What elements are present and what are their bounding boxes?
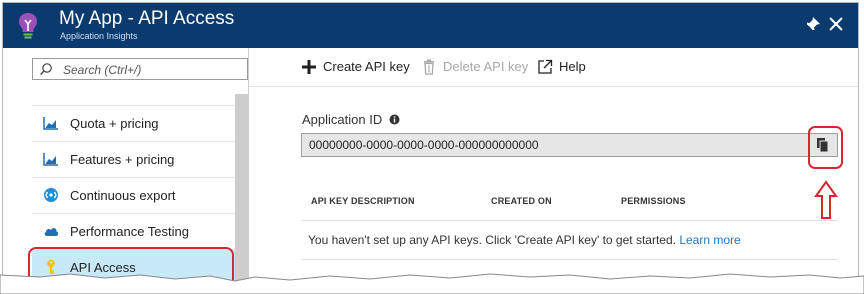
sidebar-item-features-pricing[interactable]: Features + pricing: [32, 141, 235, 177]
sidebar-item-quota-pricing[interactable]: Quota + pricing: [32, 105, 235, 141]
help-label: Help: [559, 59, 586, 74]
sidebar-item-label: Features + pricing: [70, 152, 175, 167]
search-input[interactable]: [61, 60, 245, 79]
empty-message: You haven't set up any API keys. Click '…: [308, 233, 741, 247]
close-icon[interactable]: [827, 15, 845, 33]
search-box: [32, 58, 248, 80]
lightbulb-icon: [19, 13, 37, 39]
create-api-key-label: Create API key: [323, 59, 410, 74]
blade-header: My App - API Access Application Insights: [3, 3, 858, 48]
column-header: API KEY DESCRIPTION: [311, 196, 415, 206]
pin-icon[interactable]: [804, 15, 822, 33]
delete-api-key-label: Delete API key: [443, 59, 529, 74]
application-id-field[interactable]: 00000000-0000-0000-0000-000000000000: [301, 133, 838, 157]
sidebar-item-performance-testing[interactable]: Performance Testing: [32, 213, 235, 249]
sidebar-item-label: Continuous export: [70, 188, 176, 203]
learn-more-link[interactable]: Learn more: [679, 233, 740, 247]
command-bar: Create API key Delete API key Help: [249, 48, 858, 87]
app-title: My App - API Access: [59, 8, 235, 29]
trash-icon: [424, 59, 434, 75]
info-icon[interactable]: [389, 114, 400, 125]
api-keys-table-header: API KEY DESCRIPTION CREATED ON PERMISSIO…: [301, 180, 838, 220]
sidebar-item-label: Performance Testing: [70, 224, 189, 239]
create-api-key-button[interactable]: Create API key: [301, 56, 410, 78]
bar-chart-icon: [43, 117, 58, 130]
table-empty-row: You haven't set up any API keys. Click '…: [301, 220, 838, 260]
blade-frame: My App - API Access Application Insights: [2, 2, 859, 294]
bar-chart-icon: [43, 153, 58, 166]
torn-edge-decoration: [0, 273, 864, 294]
plus-icon: [302, 60, 316, 74]
column-header: PERMISSIONS: [621, 196, 686, 206]
application-id-value: 00000000-0000-0000-0000-000000000000: [309, 138, 539, 152]
external-link-icon: [538, 59, 553, 74]
export-icon: [44, 188, 58, 202]
sidebar-item-label: Quota + pricing: [70, 116, 159, 131]
delete-api-key-button[interactable]: Delete API key: [421, 56, 528, 78]
help-button[interactable]: Help: [537, 56, 592, 78]
left-navigation: Quota + pricing Features + pricing Conti…: [3, 48, 249, 293]
main-content: Create API key Delete API key Help Appli…: [249, 48, 858, 293]
sidebar-item-continuous-export[interactable]: Continuous export: [32, 177, 235, 213]
search-icon: [40, 63, 52, 75]
cloud-icon: [44, 228, 59, 236]
copy-icon[interactable]: [812, 136, 832, 154]
scrollbar-thumb[interactable]: [235, 94, 248, 293]
app-subtitle: Application Insights: [60, 31, 138, 41]
column-header: CREATED ON: [491, 196, 552, 206]
application-id-label: Application ID: [302, 112, 383, 127]
